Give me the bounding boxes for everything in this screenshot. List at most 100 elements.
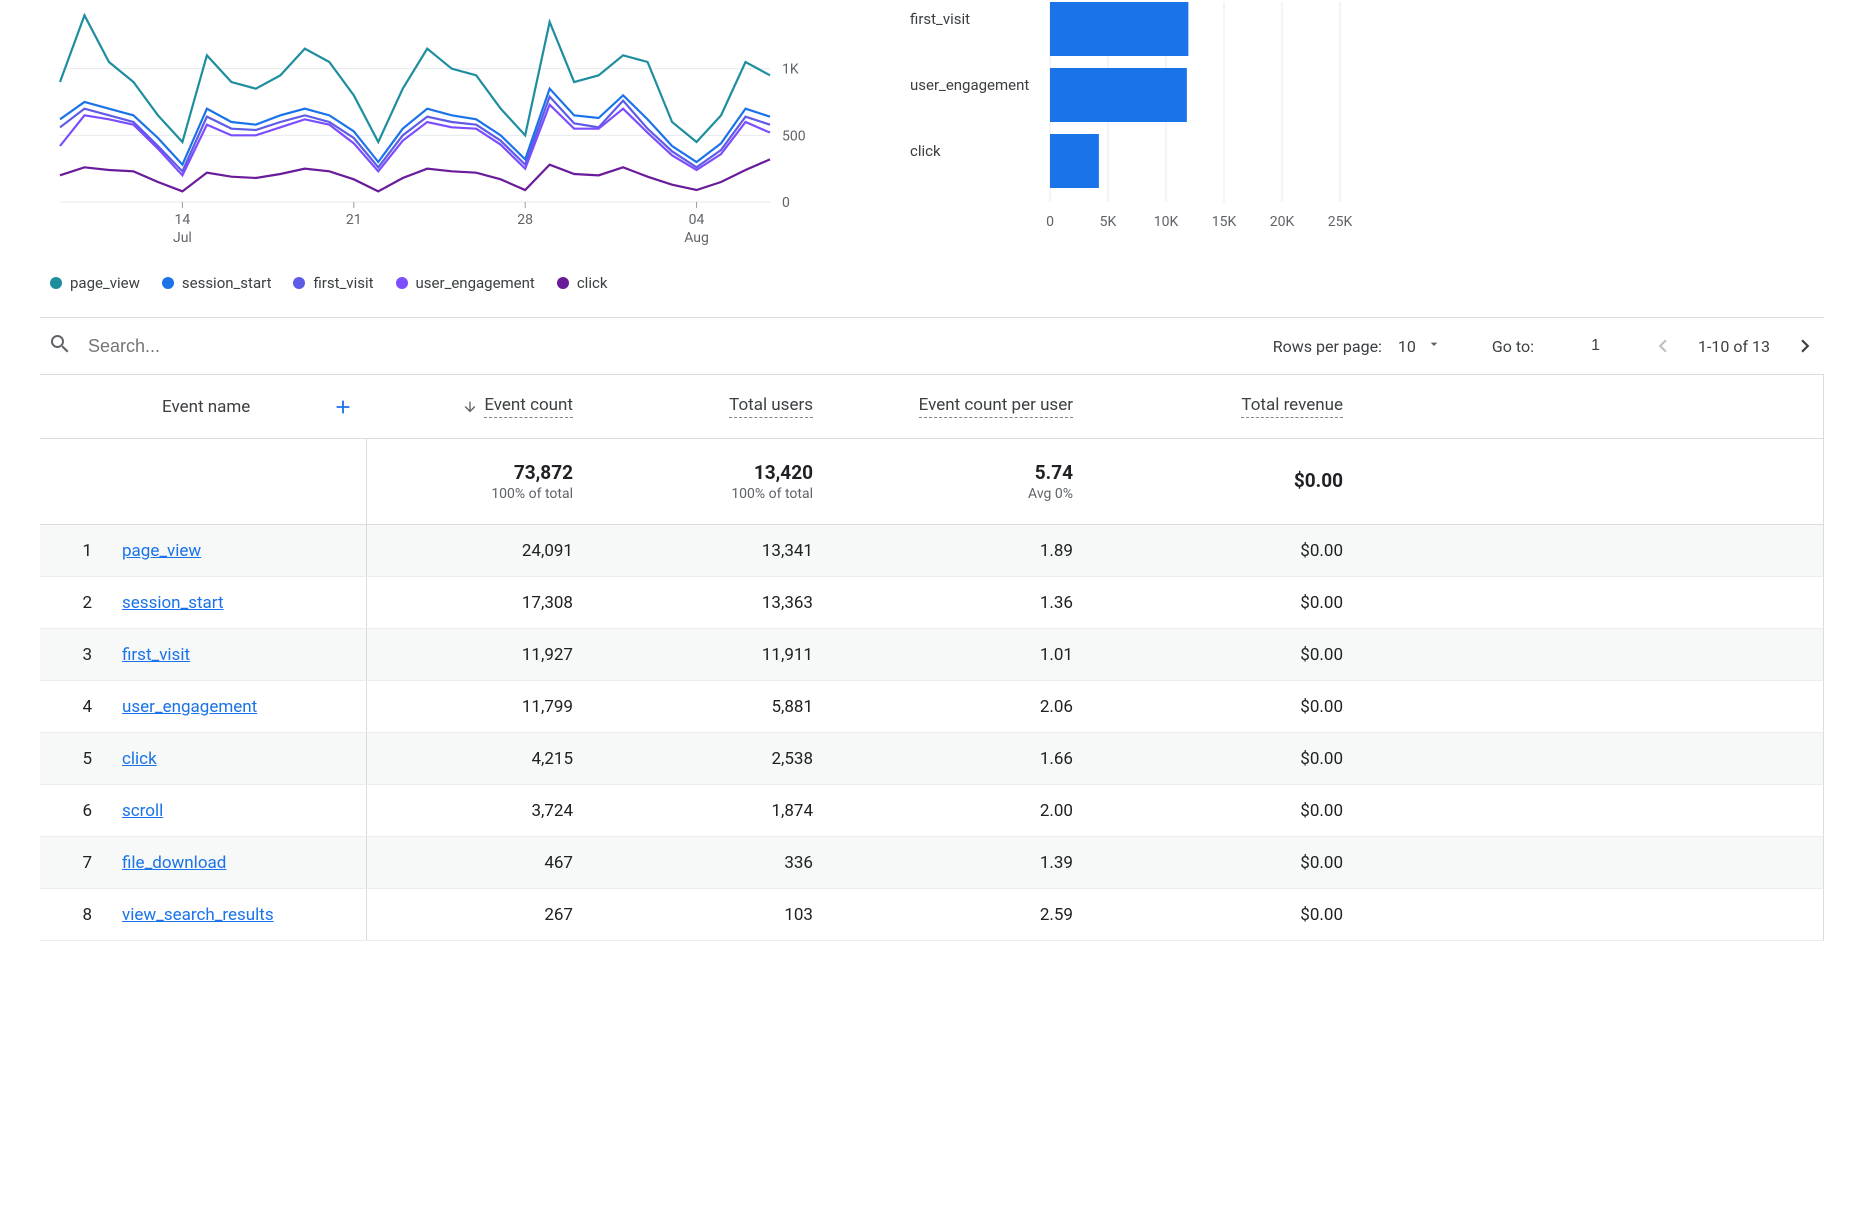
line-chart-legend: page_view session_start first_visit user_en… bbox=[40, 256, 820, 317]
table-row: 1page_view 24,09113,3411.89$0.00 bbox=[40, 525, 1824, 577]
legend-dot-icon bbox=[293, 277, 305, 289]
row-event-name: user_engagement bbox=[122, 681, 367, 732]
row-index: 2 bbox=[40, 593, 122, 613]
row-per-user: 1.39 bbox=[837, 853, 1097, 873]
col-event-name[interactable]: Event name bbox=[122, 391, 367, 423]
rows-per-page: Rows per page: 10 bbox=[1273, 336, 1442, 356]
rows-per-page-select[interactable]: 10 bbox=[1398, 336, 1442, 356]
event-name-link[interactable]: session_start bbox=[122, 593, 224, 613]
row-total-users: 5,881 bbox=[597, 697, 837, 717]
row-index: 8 bbox=[40, 905, 122, 925]
search-input[interactable] bbox=[88, 336, 488, 357]
table-totals-row: 73,872 100% of total 13,420 100% of tota… bbox=[40, 439, 1824, 525]
svg-text:15K: 15K bbox=[1212, 214, 1237, 230]
goto-input[interactable] bbox=[1550, 337, 1600, 355]
row-event-name: session_start bbox=[122, 577, 367, 628]
row-event-count: 467 bbox=[367, 853, 597, 873]
row-per-user: 2.59 bbox=[837, 905, 1097, 925]
legend-dot-icon bbox=[162, 277, 174, 289]
svg-text:14: 14 bbox=[175, 212, 191, 228]
col-event-count[interactable]: Event count bbox=[367, 395, 597, 418]
col-total-users[interactable]: Total users bbox=[597, 395, 837, 418]
legend-label: session_start bbox=[182, 274, 272, 292]
row-revenue: $0.00 bbox=[1097, 541, 1367, 561]
row-event-count: 17,308 bbox=[367, 593, 597, 613]
row-revenue: $0.00 bbox=[1097, 749, 1367, 769]
event-name-link[interactable]: first_visit bbox=[122, 645, 190, 665]
col-event-count-per-user[interactable]: Event count per user bbox=[837, 395, 1097, 418]
row-per-user: 1.36 bbox=[837, 593, 1097, 613]
legend-item[interactable]: first_visit bbox=[293, 274, 373, 292]
row-total-users: 2,538 bbox=[597, 749, 837, 769]
add-dimension-button[interactable] bbox=[327, 391, 359, 423]
event-name-link[interactable]: scroll bbox=[122, 801, 163, 821]
row-event-count: 24,091 bbox=[367, 541, 597, 561]
row-event-name: file_download bbox=[122, 837, 367, 888]
svg-text:1K: 1K bbox=[782, 62, 799, 78]
legend-dot-icon bbox=[50, 277, 62, 289]
row-revenue: $0.00 bbox=[1097, 905, 1367, 925]
legend-label: first_visit bbox=[313, 274, 373, 292]
svg-text:0: 0 bbox=[1046, 214, 1054, 230]
legend-item[interactable]: page_view bbox=[50, 274, 140, 292]
svg-text:Aug: Aug bbox=[684, 230, 709, 246]
search-wrap bbox=[40, 332, 1253, 360]
totals-event-count: 73,872 100% of total bbox=[367, 439, 597, 524]
event-name-link[interactable]: file_download bbox=[122, 853, 226, 873]
svg-text:21: 21 bbox=[346, 212, 362, 228]
next-page-button[interactable] bbox=[1792, 333, 1818, 359]
row-event-count: 4,215 bbox=[367, 749, 597, 769]
search-icon bbox=[48, 332, 72, 360]
sort-down-icon bbox=[462, 399, 478, 415]
svg-text:04: 04 bbox=[689, 212, 705, 228]
svg-text:500: 500 bbox=[782, 128, 806, 144]
events-table: Event name Event count Total users Event… bbox=[40, 375, 1824, 941]
row-revenue: $0.00 bbox=[1097, 801, 1367, 821]
row-index: 1 bbox=[40, 541, 122, 561]
legend-item[interactable]: session_start bbox=[162, 274, 272, 292]
row-total-users: 13,341 bbox=[597, 541, 837, 561]
bar-label: user_engagement bbox=[880, 76, 1032, 96]
row-event-count: 267 bbox=[367, 905, 597, 925]
row-index: 5 bbox=[40, 749, 122, 769]
svg-text:0: 0 bbox=[782, 195, 790, 211]
table-row: 8view_search_results 2671032.59$0.00 bbox=[40, 889, 1824, 941]
svg-text:20K: 20K bbox=[1270, 214, 1295, 230]
charts-row: 0 500 1K 14 Jul 21 28 04 Aug page_view session_st… bbox=[40, 0, 1824, 317]
row-revenue: $0.00 bbox=[1097, 645, 1367, 665]
row-index: 7 bbox=[40, 853, 122, 873]
totals-total-users: 13,420 100% of total bbox=[597, 439, 837, 524]
row-per-user: 1.89 bbox=[837, 541, 1097, 561]
row-revenue: $0.00 bbox=[1097, 697, 1367, 717]
svg-text:28: 28 bbox=[517, 212, 533, 228]
line-chart-svg: 0 500 1K 14 Jul 21 28 04 Aug bbox=[40, 2, 820, 252]
bar-chart: 05K10K15K20K25Kfirst_visituser_engagemen… bbox=[880, 2, 1360, 317]
event-name-link[interactable]: user_engagement bbox=[122, 697, 257, 717]
page-range-label: 1-10 of 13 bbox=[1698, 337, 1770, 356]
table-row: 2session_start17,30813,3631.36$0.00 bbox=[40, 577, 1824, 629]
row-event-name: page_view bbox=[122, 525, 367, 576]
svg-text:5K: 5K bbox=[1100, 214, 1117, 230]
row-event-name: first_visit bbox=[122, 629, 367, 680]
totals-per-user: 5.74 Avg 0% bbox=[837, 439, 1097, 524]
svg-text:Jul: Jul bbox=[173, 230, 192, 246]
row-index: 6 bbox=[40, 801, 122, 821]
row-per-user: 2.06 bbox=[837, 697, 1097, 717]
rows-per-page-label: Rows per page: bbox=[1273, 337, 1382, 356]
row-per-user: 1.66 bbox=[837, 749, 1097, 769]
legend-item[interactable]: click bbox=[557, 274, 608, 292]
legend-item[interactable]: user_engagement bbox=[396, 274, 535, 292]
col-total-revenue[interactable]: Total revenue bbox=[1097, 395, 1367, 418]
event-name-link[interactable]: click bbox=[122, 749, 157, 769]
event-name-link[interactable]: page_view bbox=[122, 541, 201, 561]
svg-text:10K: 10K bbox=[1154, 214, 1179, 230]
table-row: 5click 4,2152,5381.66$0.00 bbox=[40, 733, 1824, 785]
event-name-link[interactable]: view_search_results bbox=[122, 905, 274, 925]
pagination: 1-10 of 13 bbox=[1650, 333, 1824, 359]
prev-page-button[interactable] bbox=[1650, 333, 1676, 359]
row-total-users: 103 bbox=[597, 905, 837, 925]
row-per-user: 2.00 bbox=[837, 801, 1097, 821]
line-chart: 0 500 1K 14 Jul 21 28 04 Aug page_view session_st… bbox=[40, 2, 820, 317]
row-index: 4 bbox=[40, 697, 122, 717]
bar-label: click bbox=[880, 142, 1032, 162]
